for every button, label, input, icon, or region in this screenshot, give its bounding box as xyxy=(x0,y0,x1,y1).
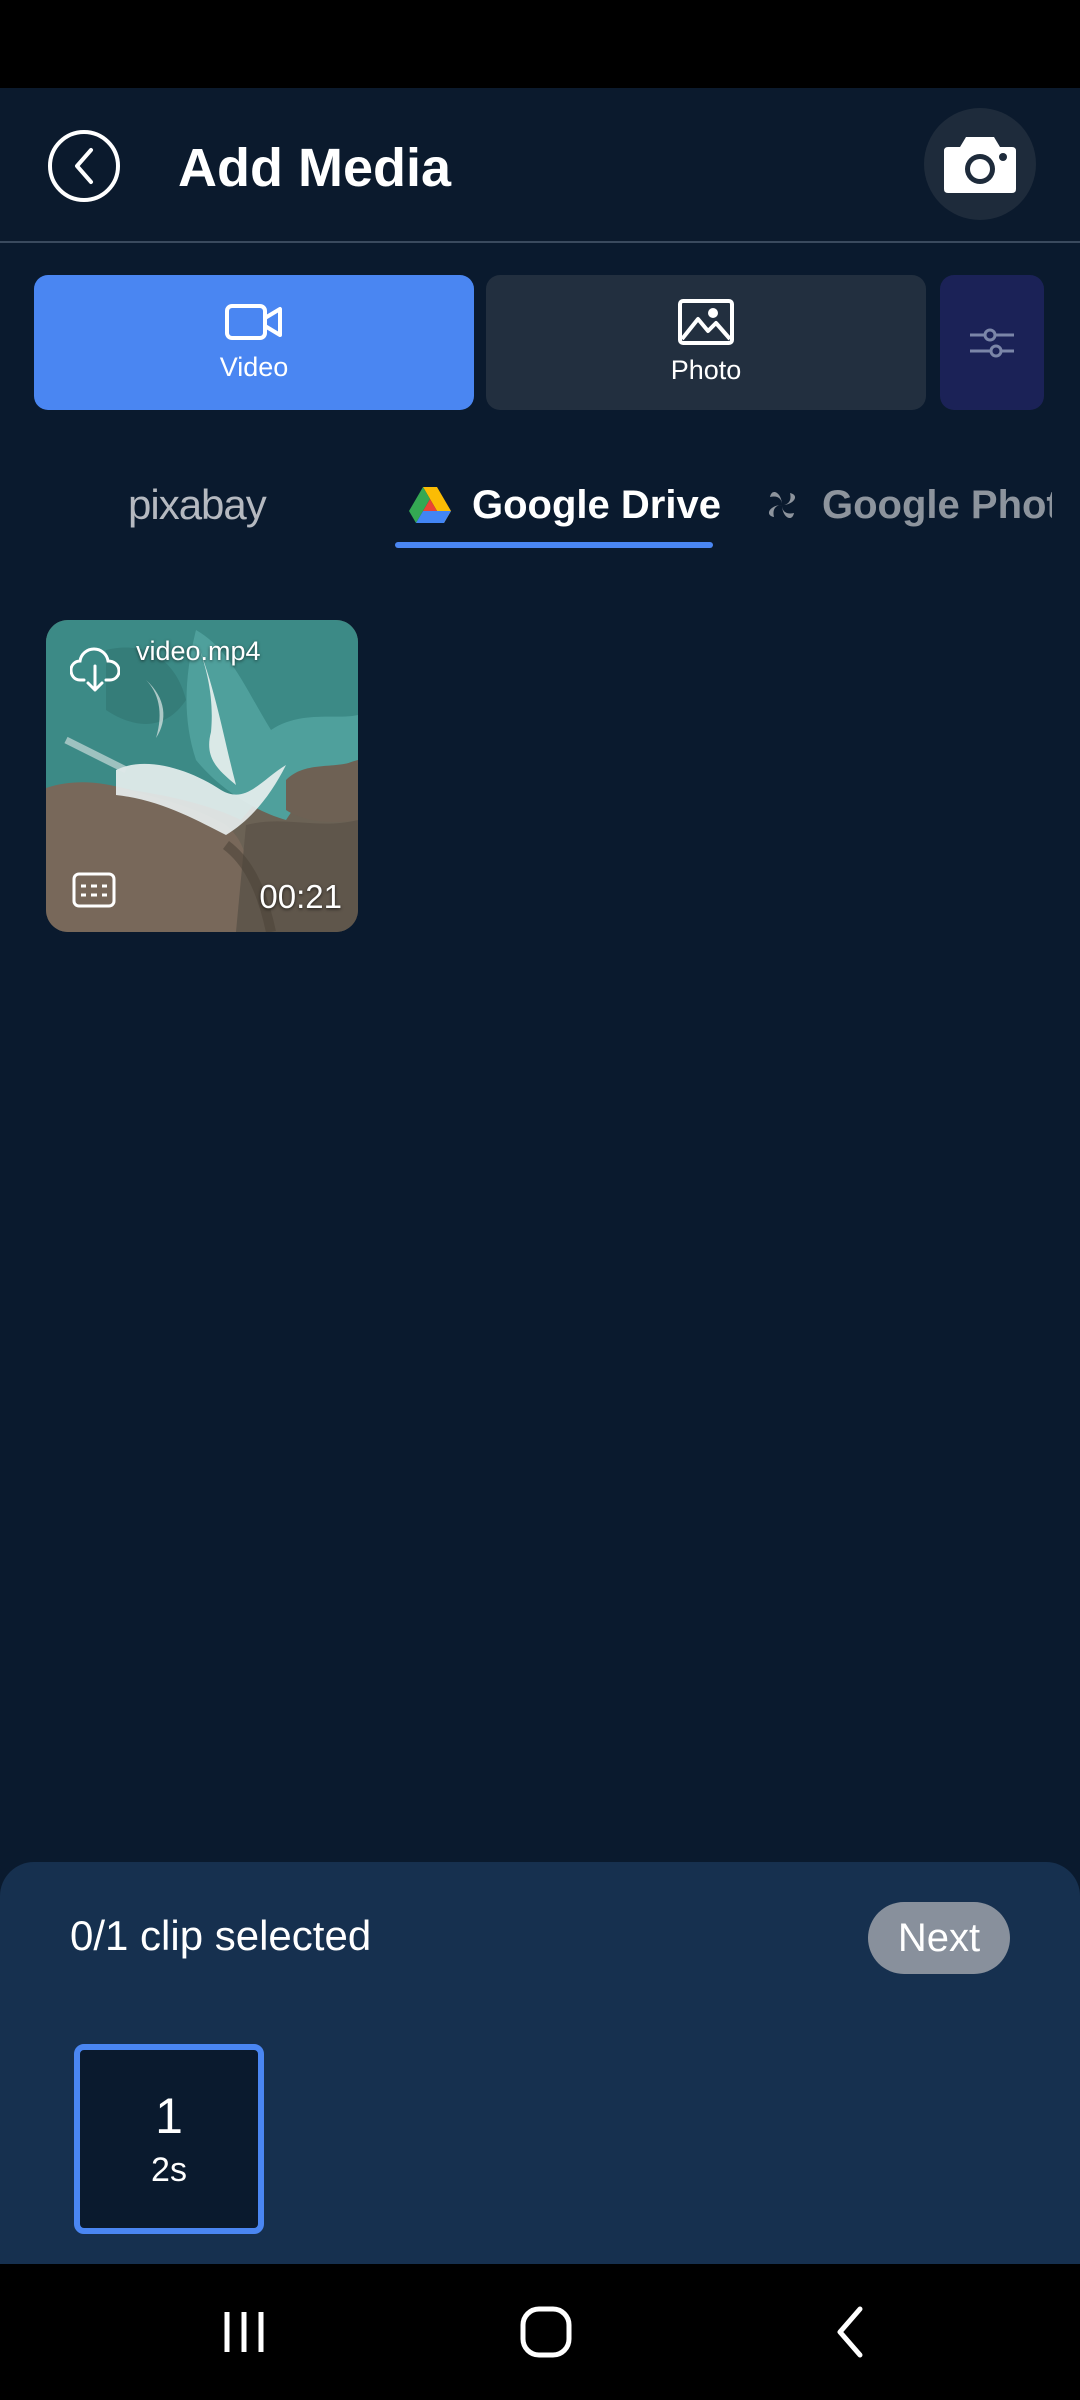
media-duration: 00:21 xyxy=(259,878,342,915)
recents-button[interactable] xyxy=(184,2284,304,2380)
filter-button[interactable] xyxy=(940,275,1044,410)
tab-google-photos-label: Google Photos xyxy=(822,482,1052,527)
tab-google-photos[interactable]: Google Photos xyxy=(760,450,1052,560)
selection-count: 0/1 clip selected xyxy=(70,1912,372,1959)
page-title: Add Media xyxy=(178,138,452,198)
source-tabs: pixabay Google Drive Google Photos xyxy=(0,450,1080,560)
home-icon xyxy=(520,2306,572,2358)
image-icon xyxy=(678,299,734,345)
clip-slot-index: 1 xyxy=(155,2088,183,2144)
tab-pixabay[interactable]: pixabay xyxy=(128,450,267,560)
header: Add Media xyxy=(0,88,1080,243)
pinwheel-icon xyxy=(768,491,796,519)
recents-icon xyxy=(224,2312,264,2352)
camera-icon xyxy=(944,137,1016,193)
active-tab-indicator xyxy=(395,542,713,548)
chevron-left-icon xyxy=(75,148,93,184)
sliders-icon xyxy=(970,328,1014,357)
clip-slot[interactable]: 1 2s xyxy=(74,2044,264,2234)
tab-google-drive-label: Google Drive xyxy=(472,482,721,527)
camera-button[interactable] xyxy=(924,108,1036,220)
tab-video[interactable]: Video xyxy=(34,275,474,410)
media-item[interactable]: video.mp4 00:21 xyxy=(46,620,358,932)
google-drive-icon xyxy=(409,487,451,523)
back-button[interactable] xyxy=(48,130,120,202)
home-button[interactable] xyxy=(486,2284,606,2380)
back-icon xyxy=(837,2306,863,2358)
subtitles-icon xyxy=(72,872,116,908)
clip-slot-duration: 2s xyxy=(151,2151,187,2189)
tab-video-label: Video xyxy=(219,352,289,382)
selection-panel: 0/1 clip selected Next 1 2s xyxy=(0,1862,1080,2264)
back-nav-button[interactable] xyxy=(790,2284,910,2380)
status-bar xyxy=(0,0,1080,88)
media-file-name: video.mp4 xyxy=(136,636,261,666)
video-camera-icon xyxy=(225,304,282,340)
next-button[interactable]: Next xyxy=(868,1902,1010,1974)
tab-pixabay-label: pixabay xyxy=(128,481,267,528)
cloud-download-icon xyxy=(70,647,120,692)
tab-photo[interactable]: Photo xyxy=(486,275,926,410)
tab-photo-label: Photo xyxy=(670,355,742,385)
system-nav-bar xyxy=(0,2264,1080,2400)
